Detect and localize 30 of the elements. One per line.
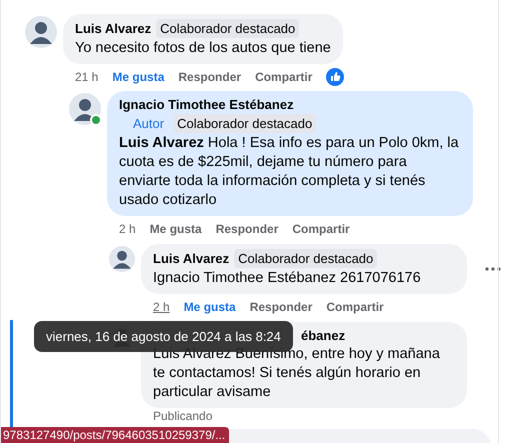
action-link[interactable]: Compartir [292,222,350,236]
action-link[interactable]: Responder [178,70,242,84]
contributor-badge: Colaborador destacado [156,19,300,38]
comment-text: Luis Alvarez Hola ! Esa info es para un Polo 0km, la cuota es de $225mil, dejame tu número para enviarte toda la información completa y si tenés usado cotizarlo [119,134,460,210]
contributor-badge: Colaborador destacado [234,249,378,268]
action-link[interactable]: Responder [250,300,312,314]
avatar[interactable] [109,246,135,272]
more-icon[interactable] [485,267,501,271]
author-name[interactable]: Luis Alvarez [153,250,230,267]
author-name[interactable]: Ignacio Timothee Estébanez [119,96,461,113]
action-link[interactable]: Me gusta [112,70,164,84]
comment-text: Ignacio Timothee Estébanez 2617076176 [153,269,422,288]
timestamp-link[interactable]: 2 h [153,300,170,314]
author-label: Autor [132,115,166,133]
avatar[interactable] [25,16,57,48]
status-url: 9783127490/posts/7964603510259379/... [1,427,230,443]
like-icon[interactable] [326,68,344,86]
contributor-badge: Colaborador destacado [173,114,316,133]
author-name[interactable]: Luis Alvarez [75,20,152,37]
timestamp-link[interactable]: 2 h [119,222,136,236]
comment-text: Yo necesito fotos de los autos que tiene [75,39,331,58]
action-link[interactable]: Compartir [255,70,312,84]
timestamp-link[interactable]: 21 h [75,70,98,84]
action-link[interactable]: Responder [216,222,278,236]
action-link[interactable]: Compartir [326,300,384,314]
author-name[interactable]: ébanez [301,327,346,344]
posting-status: Publicando [152,408,214,423]
avatar[interactable] [69,93,101,125]
action-link[interactable]: Me gusta [184,300,236,314]
action-link[interactable]: Me gusta [150,222,202,236]
